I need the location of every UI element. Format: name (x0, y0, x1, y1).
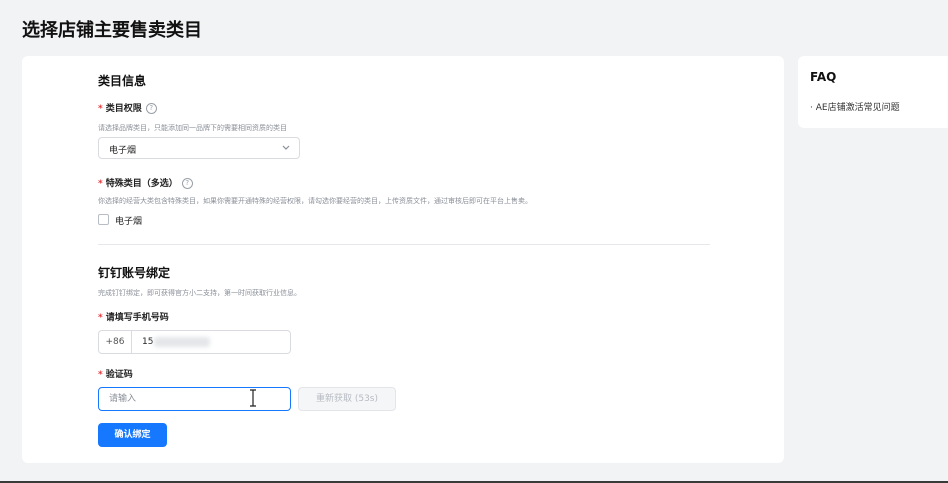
special-category-checkbox[interactable] (98, 214, 109, 225)
required-mark: * (98, 313, 103, 323)
resend-code-button[interactable]: 重新获取 (53s) (298, 387, 396, 411)
verification-code-input[interactable] (98, 387, 291, 411)
code-label-text: 验证码 (105, 370, 133, 380)
faq-link-store-activation[interactable]: · AE店铺激活常见问题 (810, 100, 900, 113)
phone-label-text: 请填写手机号码 (105, 313, 169, 323)
category-select[interactable]: 电子烟 (98, 137, 300, 159)
code-label: * 验证码 (98, 367, 133, 380)
dingtalk-section-hint: 完成钉钉绑定，即可获得官方小二支持，第一时间获取行业信息。 (98, 289, 301, 297)
phone-prefix: +86 (99, 331, 132, 353)
question-circle-icon[interactable]: ? (181, 178, 193, 189)
required-mark: * (98, 179, 103, 189)
faq-title: FAQ (810, 70, 837, 84)
phone-value[interactable]: 15 (142, 331, 153, 353)
section-divider (98, 244, 710, 245)
category-select-value: 电子烟 (109, 146, 137, 156)
text-cursor-icon (250, 389, 256, 407)
chevron-down-icon (282, 145, 290, 150)
special-category-label-text: 特殊类目（多选） (105, 179, 178, 189)
phone-label: * 请填写手机号码 (98, 310, 169, 323)
dingtalk-section-title: 钉钉账号绑定 (98, 266, 171, 280)
page-title: 选择店铺主要售卖类目 (22, 20, 202, 41)
faq-card: FAQ · AE店铺激活常见问题 (798, 56, 948, 128)
required-mark: * (98, 104, 103, 114)
phone-redaction-blur (154, 337, 210, 347)
category-permission-label: * 类目权限? (98, 101, 157, 114)
category-section-title: 类目信息 (98, 74, 147, 88)
category-permission-hint: 请选择品牌类目，只能添加同一品牌下的需要相同资质的类目 (98, 124, 287, 132)
question-circle-icon[interactable]: ? (145, 103, 157, 114)
required-mark: * (98, 370, 103, 380)
confirm-bind-button[interactable]: 确认绑定 (98, 423, 167, 447)
special-category-label: * 特殊类目（多选）? (98, 176, 193, 189)
phone-field[interactable]: +86 15 (98, 330, 291, 354)
category-permission-label-text: 类目权限 (105, 104, 142, 114)
special-category-checkbox-label[interactable]: 电子烟 (115, 214, 142, 227)
special-category-hint: 你选择的经营大类包含特殊类目，如果你需要开通特殊的经营权限，请勾选你要经营的类目… (98, 197, 532, 205)
